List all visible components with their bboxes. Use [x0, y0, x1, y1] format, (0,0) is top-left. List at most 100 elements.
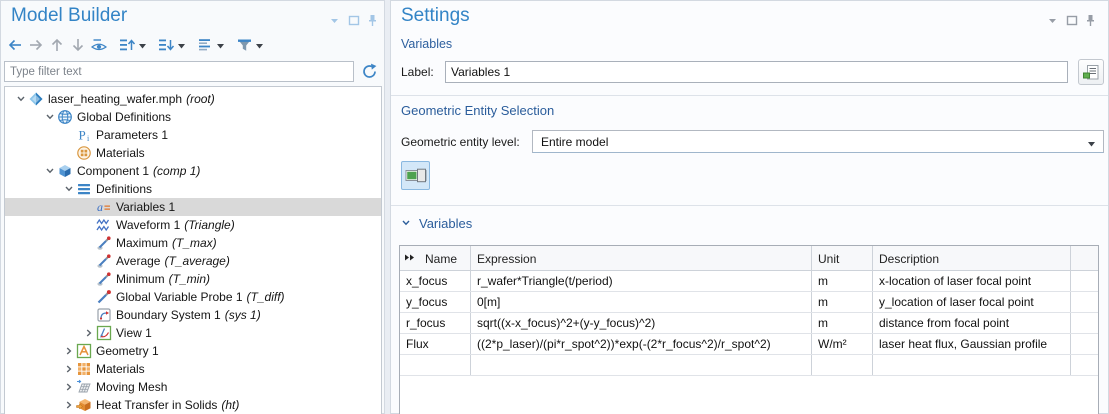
model-tree-filter-dropdown-caret-icon[interactable] [254, 35, 265, 55]
cell-expression[interactable]: ((2*p_laser)/(pi*r_spot^2))*exp(-(2*r_fo… [471, 334, 812, 354]
refresh-icon[interactable] [358, 61, 381, 82]
tree-item-label: Maximum [116, 236, 168, 250]
svg-text:i: i [87, 134, 90, 143]
parameters-icon: Pi [76, 127, 93, 143]
tree-item-minimum[interactable]: Minimum(T_min) [5, 270, 381, 288]
cell-unit[interactable]: W/m² [812, 334, 873, 354]
cell-unit[interactable]: m [812, 271, 873, 291]
variable-row-flux: Flux((2*p_laser)/(pi*r_spot^2))*exp(-(2*… [400, 334, 1098, 355]
tree-item-variables-1[interactable]: a=Variables 1 [5, 198, 381, 216]
tree-item-waveform-1[interactable]: Waveform 1(Triangle) [5, 216, 381, 234]
cell-name[interactable]: r_focus [400, 313, 471, 333]
forward-group [26, 35, 46, 55]
variable-row-empty [400, 355, 1098, 376]
tree-item-boundary-system-1[interactable]: Boundary System 1(sys 1) [5, 306, 381, 324]
chevron-spacer [81, 200, 96, 214]
waveform-icon [96, 217, 113, 233]
tree-item-maximum[interactable]: Maximum(T_max) [5, 234, 381, 252]
model-tree: laser_heating_wafer.mph(root) Global Defi… [4, 86, 382, 414]
cell-description[interactable]: distance from focal point [873, 313, 1071, 333]
svg-text:P: P [79, 128, 86, 143]
menu-chevron-icon[interactable] [328, 14, 341, 27]
tree-item-global-variable-probe-1[interactable]: Global Variable Probe 1(T_diff) [5, 288, 381, 306]
cell-unit[interactable]: m [812, 313, 873, 333]
section-variables-header[interactable]: Variables [401, 216, 472, 231]
mph-file-icon [28, 91, 45, 107]
eye-icon[interactable] [89, 35, 109, 55]
tree-item-label: Component 1 [77, 164, 149, 178]
tree-item-view-1[interactable]: View 1 [5, 324, 381, 342]
expand-up-dropdown-caret-icon[interactable] [137, 35, 148, 55]
tree-item-component-1[interactable]: Component 1(comp 1) [5, 162, 381, 180]
globe-icon [57, 109, 74, 125]
tree-item-tag: (ht) [221, 398, 239, 412]
geometry-icon [76, 343, 93, 359]
cell-unit[interactable]: m [812, 292, 873, 312]
cell-description[interactable] [873, 355, 1071, 375]
arrow-left-icon[interactable] [5, 35, 25, 55]
pin-icon[interactable] [366, 14, 379, 27]
pin-icon[interactable] [1084, 14, 1097, 27]
collapse-levels-dropdown-caret-icon[interactable] [215, 35, 226, 55]
menu-chevron-icon[interactable] [1046, 14, 1059, 27]
cell-name[interactable] [400, 355, 471, 375]
float-window-icon[interactable] [1065, 14, 1078, 27]
cell-expression[interactable] [471, 355, 812, 375]
chevron-collapsed-icon[interactable] [61, 362, 76, 376]
chevron-expanded-icon[interactable] [42, 110, 57, 124]
chevron-expanded-icon[interactable] [13, 92, 28, 106]
expand-down-dropdown-caret-icon[interactable] [176, 35, 187, 55]
tree-item-heat-transfer-in-solids[interactable]: Heat Transfer in Solids (ht) [5, 396, 381, 414]
chevron-collapsed-icon[interactable] [61, 380, 76, 394]
tree-item-global-definitions[interactable]: Global Definitions [5, 108, 381, 126]
list-collapse-icon[interactable] [195, 35, 215, 55]
component-cube-icon [57, 163, 74, 179]
cell-expression[interactable]: 0[m] [471, 292, 812, 312]
float-window-icon[interactable] [347, 14, 360, 27]
probe-icon [96, 271, 113, 287]
tree-item-moving-mesh[interactable]: Moving Mesh [5, 378, 381, 396]
tree-item-parameters-1[interactable]: PiParameters 1 [5, 126, 381, 144]
tree-item-geometry-1[interactable]: Geometry 1 [5, 342, 381, 360]
chevron-expanded-icon[interactable] [401, 218, 413, 230]
funnel-icon[interactable] [234, 35, 254, 55]
geometric-entity-level-value: Entire model [541, 135, 608, 149]
chevron-collapsed-icon[interactable] [61, 344, 76, 358]
tree-item-label: Global Definitions [77, 110, 171, 124]
list-down-icon[interactable] [156, 35, 176, 55]
tree-item-average[interactable]: Average(T_average) [5, 252, 381, 270]
cell-description[interactable]: x-location of laser focal point [873, 271, 1071, 291]
separator [391, 205, 1108, 206]
tree-item-label: Heat Transfer in Solids [96, 398, 217, 412]
tree-item-definitions[interactable]: Definitions [5, 180, 381, 198]
cell-expression[interactable]: sqrt((x-x_focus)^2+(y-y_focus)^2) [471, 313, 812, 333]
tree-item-laser-heating-wafer-mph[interactable]: laser_heating_wafer.mph(root) [5, 90, 381, 108]
cell-name[interactable]: x_focus [400, 271, 471, 291]
chevron-expanded-icon[interactable] [42, 164, 57, 178]
arrow-down-icon[interactable] [68, 35, 88, 55]
column-header-unit: Unit [812, 246, 873, 270]
tree-item-label: Moving Mesh [96, 380, 167, 394]
arrow-right-icon[interactable] [26, 35, 46, 55]
label-input[interactable] [445, 61, 1068, 83]
chevron-collapsed-icon[interactable] [61, 398, 76, 412]
list-up-icon[interactable] [117, 35, 137, 55]
chevron-spacer [81, 308, 96, 322]
chevron-expanded-icon[interactable] [61, 182, 76, 196]
geometric-entity-level-select[interactable]: Entire model [532, 130, 1104, 153]
arrow-up-icon[interactable] [47, 35, 67, 55]
tree-item-materials[interactable]: Materials [5, 360, 381, 378]
chevron-spacer [81, 272, 96, 286]
active-selection-toggle-button[interactable] [401, 161, 430, 190]
cell-unit[interactable] [812, 355, 873, 375]
cell-name[interactable]: Flux [400, 334, 471, 354]
cell-description[interactable]: y_location of laser focal point [873, 292, 1071, 312]
cell-expression[interactable]: r_wafer*Triangle(t/period) [471, 271, 812, 291]
cell-name[interactable]: y_focus [400, 292, 471, 312]
tree-filter-input[interactable] [4, 61, 354, 82]
chevron-collapsed-icon[interactable] [81, 326, 96, 340]
definitions-icon [76, 181, 93, 197]
tree-item-materials[interactable]: Materials [5, 144, 381, 162]
cell-description[interactable]: laser heat flux, Gaussian profile [873, 334, 1071, 354]
description-doc-button[interactable] [1078, 59, 1104, 85]
